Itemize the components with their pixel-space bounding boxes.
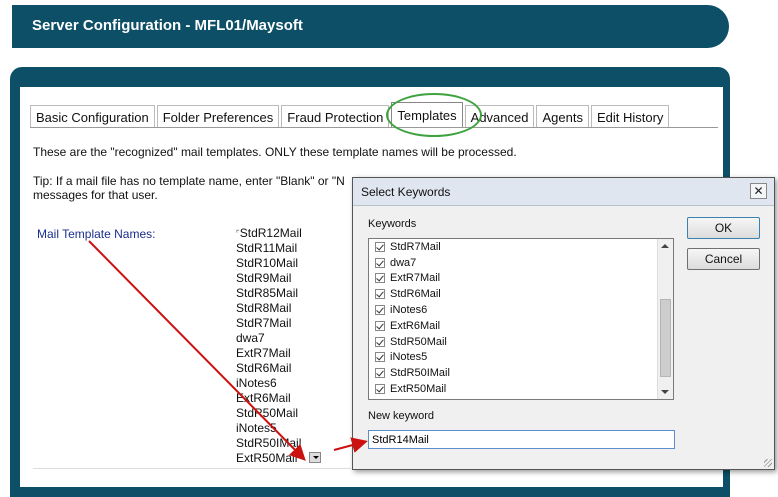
list-item: StdR85Mail <box>236 286 299 300</box>
dialog-title: Select Keywords <box>361 185 451 199</box>
checkbox-checked-icon[interactable] <box>375 241 385 252</box>
checkbox-checked-icon[interactable] <box>375 352 385 363</box>
checkbox-checked-icon[interactable] <box>375 368 385 379</box>
keywords-list: StdR7Mail dwa7 ExtR7Mail StdR6Mail iNote… <box>375 239 450 397</box>
intro-text: These are the "recognized" mail template… <box>33 145 517 159</box>
resize-grip-icon[interactable] <box>764 459 772 467</box>
checkbox-checked-icon[interactable] <box>375 305 385 316</box>
tab-underline <box>30 127 718 128</box>
list-item: StdR8Mail <box>236 301 292 315</box>
list-item: dwa7 <box>236 331 265 345</box>
tip-text-line1: Tip: If a mail file has no template name… <box>33 174 345 188</box>
tab-folder-preferences[interactable]: Folder Preferences <box>156 105 280 127</box>
scrollbar-thumb[interactable] <box>660 299 671 377</box>
tab-basic-configuration[interactable]: Basic Configuration <box>30 105 155 127</box>
list-item[interactable]: dwa7 <box>375 255 450 271</box>
keywords-label: Keywords <box>368 218 417 230</box>
template-names-list[interactable]: ⌜StdR12Mail StdR11Mail StdR10Mail StdR9M… <box>236 226 302 466</box>
list-item: StdR11Mail <box>236 241 298 255</box>
keywords-scrollbar[interactable] <box>657 239 673 399</box>
scroll-down-icon[interactable] <box>661 390 669 394</box>
list-item: iNotes5 <box>236 421 277 435</box>
new-keyword-input[interactable] <box>368 430 675 449</box>
tab-bar: Basic Configuration Folder Preferences F… <box>30 102 671 127</box>
checkbox-checked-icon[interactable] <box>375 384 385 395</box>
tip-text-line2: messages for that user. <box>33 188 158 202</box>
list-item[interactable]: ExtR7Mail <box>375 271 450 287</box>
cancel-button[interactable]: Cancel <box>687 248 760 270</box>
list-item[interactable]: StdR7Mail <box>375 239 450 255</box>
checkbox-checked-icon[interactable] <box>375 320 385 331</box>
tab-edit-history[interactable]: Edit History <box>590 105 670 127</box>
list-item[interactable]: StdR6Mail <box>375 286 450 302</box>
list-item[interactable]: iNotes6 <box>375 302 450 318</box>
list-item[interactable]: ExtR50Mail <box>375 381 450 397</box>
mail-template-names-label: Mail Template Names: <box>37 227 156 241</box>
list-item[interactable]: iNotes5 <box>375 350 450 366</box>
tab-agents[interactable]: Agents <box>536 105 589 127</box>
page-title: Server Configuration - MFL01/Maysoft <box>32 17 303 34</box>
list-item: ⌜StdR12Mail <box>236 226 302 240</box>
list-item: StdR50Mail <box>236 406 299 420</box>
tab-fraud-protection[interactable]: Fraud Protection <box>281 105 390 127</box>
list-item: StdR7Mail <box>236 316 292 330</box>
list-item: iNotes6 <box>236 376 277 390</box>
close-icon[interactable]: ✕ <box>750 183 767 199</box>
checkbox-checked-icon[interactable] <box>375 289 385 300</box>
row-divider <box>33 468 351 469</box>
list-item: ExtR7Mail <box>236 346 291 360</box>
scroll-up-icon[interactable] <box>661 244 669 248</box>
list-item: StdR6Mail <box>236 361 292 375</box>
checkbox-checked-icon[interactable] <box>375 257 385 268</box>
list-item: ExtR6Mail <box>236 391 291 405</box>
checkbox-checked-icon[interactable] <box>375 336 385 347</box>
new-keyword-label: New keyword <box>368 410 435 422</box>
keyword-dropdown-button[interactable] <box>309 452 321 463</box>
list-item[interactable]: StdR50Mail <box>375 334 450 350</box>
list-item[interactable]: StdR50IMail <box>375 365 450 381</box>
page-title-bar: Server Configuration - MFL01/Maysoft <box>12 5 729 48</box>
ok-button[interactable]: OK <box>687 217 760 239</box>
checkbox-checked-icon[interactable] <box>375 273 385 284</box>
templates-tab-highlight-ring <box>386 93 482 137</box>
select-keywords-dialog: Select Keywords ✕ Keywords StdR7Mail dwa… <box>352 177 775 470</box>
keywords-listbox[interactable]: StdR7Mail dwa7 ExtR7Mail StdR6Mail iNote… <box>368 238 674 400</box>
list-item[interactable]: ExtR6Mail <box>375 318 450 334</box>
list-item: StdR9Mail <box>236 271 292 285</box>
dialog-title-bar[interactable]: Select Keywords <box>353 178 774 206</box>
list-item: StdR50IMail <box>236 436 302 450</box>
list-item: StdR10Mail <box>236 256 299 270</box>
list-item: ExtR50Mail <box>236 451 298 465</box>
